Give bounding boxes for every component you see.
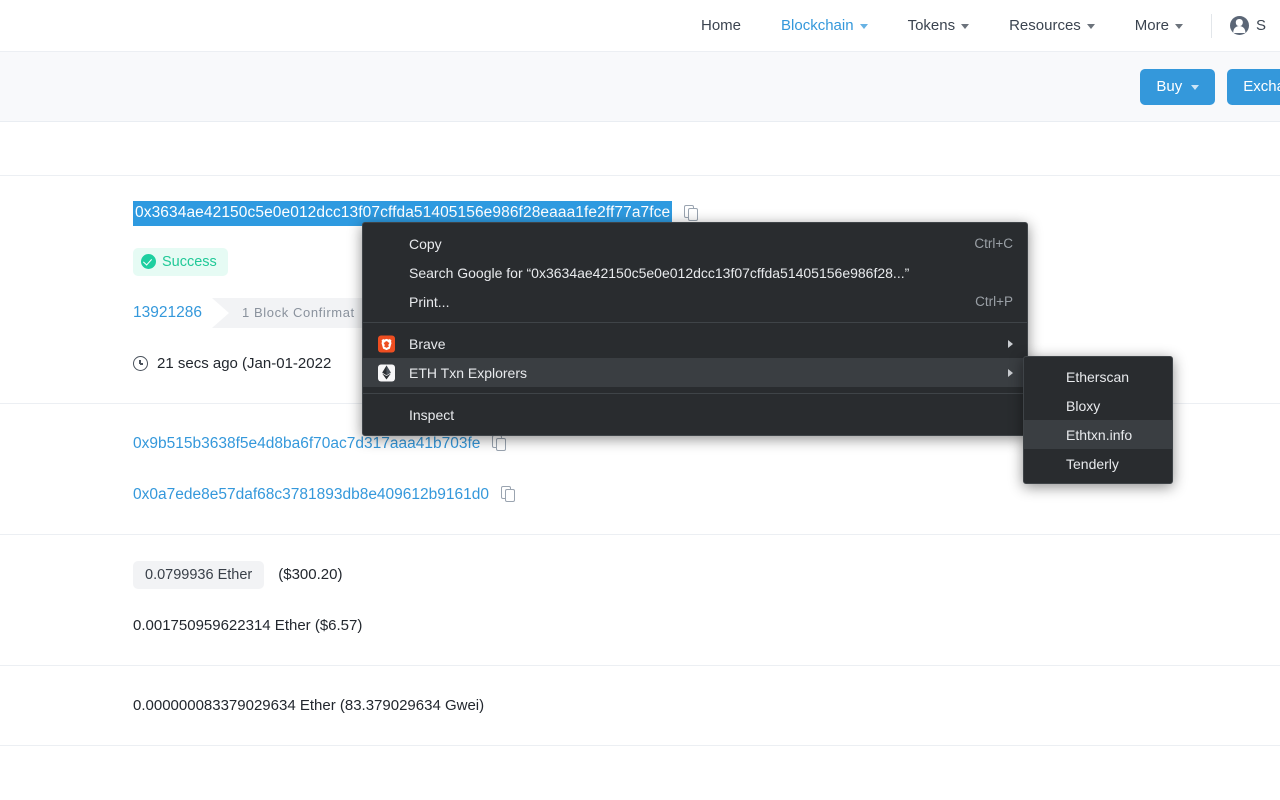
context-menu-item-inspect[interactable]: Inspect <box>363 400 1027 429</box>
context-menu-item-shortcut: Ctrl+C <box>974 236 1013 251</box>
block-confirmations-chip: 1 Block Confirmat <box>212 298 369 328</box>
user-circle-icon <box>1230 16 1249 35</box>
submenu-item-label: Tenderly <box>1066 456 1119 472</box>
exchange-button-label: Exchange <box>1243 78 1280 95</box>
check-circle-icon <box>141 254 156 269</box>
row-value-and-fee: 0.0799936 Ether ($300.20) 0.001750959622… <box>0 535 1280 666</box>
copy-icon[interactable] <box>684 205 699 222</box>
chevron-down-icon <box>1175 24 1183 29</box>
timestamp-text: 21 secs ago (Jan-01-2022 <box>157 355 331 372</box>
context-menu-item-label: Search Google for “0x3634ae42150c5e0e012… <box>409 265 1013 281</box>
chevron-down-icon <box>860 24 868 29</box>
buy-button[interactable]: Buy <box>1140 69 1215 105</box>
value-usd: ($300.20) <box>278 566 342 583</box>
row-gas-price: 0.000000083379029634 Ether (83.379029634… <box>0 666 1280 746</box>
buy-button-label: Buy <box>1156 78 1182 95</box>
submenu-item-label: Etherscan <box>1066 369 1129 385</box>
block-number-link[interactable]: 13921286 <box>133 304 202 322</box>
chevron-down-icon <box>961 24 969 29</box>
nav-item-blockchain[interactable]: Blockchain <box>761 0 888 52</box>
eth-txn-explorers-submenu: Etherscan Bloxy Ethtxn.info Tenderly <box>1023 356 1173 484</box>
status-badge: Success <box>133 248 228 276</box>
context-menu-item-print[interactable]: Print... Ctrl+P <box>363 287 1027 316</box>
context-menu-item-label: Copy <box>409 236 954 252</box>
nav-item-home[interactable]: Home <box>681 0 761 52</box>
value-ether: 0.0799936 Ether <box>133 561 264 589</box>
nav-item-label: More <box>1135 17 1169 34</box>
chevron-down-icon <box>1087 24 1095 29</box>
subheader-bar: Buy Exchange <box>0 52 1280 122</box>
submenu-item-ethtxn-info[interactable]: Ethtxn.info <box>1024 420 1172 449</box>
context-menu-item-label: Brave <box>409 336 994 352</box>
clock-icon <box>133 356 148 371</box>
context-menu-item-copy[interactable]: Copy Ctrl+C <box>363 229 1027 258</box>
nav-item-label: Home <box>701 17 741 34</box>
account-label: S <box>1256 17 1266 34</box>
context-menu-item-label: Print... <box>409 294 955 310</box>
nav-item-more[interactable]: More <box>1115 0 1203 52</box>
page-root: Home Blockchain Tokens Resources More <box>0 0 1280 800</box>
value-line: 0.0799936 Ether ($300.20) <box>133 549 1280 600</box>
nav-item-tokens[interactable]: Tokens <box>888 0 990 52</box>
card-header <box>0 122 1280 176</box>
context-menu-divider <box>363 322 1027 323</box>
submenu-item-label: Ethtxn.info <box>1066 427 1132 443</box>
gas-price-line: 0.000000083379029634 Ether (83.379029634… <box>133 680 1280 731</box>
chevron-down-icon <box>1191 85 1199 90</box>
gas-price-value: 0.000000083379029634 Ether (83.379029634… <box>133 697 484 714</box>
nav-item-label: Blockchain <box>781 17 854 34</box>
txn-fee-line: 0.001750959622314 Ether ($6.57) <box>133 600 1280 651</box>
txn-fee-value: 0.001750959622314 Ether ($6.57) <box>133 617 362 634</box>
ethereum-icon <box>378 364 395 381</box>
top-navigation-bar: Home Blockchain Tokens Resources More <box>0 0 1280 52</box>
nav-links: Home Blockchain Tokens Resources More <box>681 0 1280 52</box>
context-menu-item-label: ETH Txn Explorers <box>409 365 994 381</box>
copy-icon[interactable] <box>492 435 507 452</box>
nav-item-label: Tokens <box>908 17 956 34</box>
brave-lion-icon <box>378 335 395 352</box>
to-address-link[interactable]: 0x0a7ede8e57daf68c3781893db8e409612b9161… <box>133 486 489 504</box>
context-menu-item-eth-txn-explorers[interactable]: ETH Txn Explorers <box>363 358 1027 387</box>
nav-divider <box>1211 14 1212 38</box>
submenu-item-tenderly[interactable]: Tenderly <box>1024 449 1172 478</box>
exchange-button[interactable]: Exchange <box>1227 69 1280 105</box>
chevron-right-icon <box>1008 369 1013 377</box>
context-menu-item-search-google[interactable]: Search Google for “0x3634ae42150c5e0e012… <box>363 258 1027 287</box>
context-menu-item-shortcut: Ctrl+P <box>975 294 1013 309</box>
context-menu-item-brave[interactable]: Brave <box>363 329 1027 358</box>
submenu-item-etherscan[interactable]: Etherscan <box>1024 362 1172 391</box>
submenu-item-bloxy[interactable]: Bloxy <box>1024 391 1172 420</box>
from-address-link[interactable]: 0x9b515b3638f5e4d8ba6f70ac7d317aaa41b703… <box>133 435 480 453</box>
account-menu[interactable]: S <box>1216 0 1280 52</box>
context-menu-divider <box>363 393 1027 394</box>
submenu-item-label: Bloxy <box>1066 398 1100 414</box>
status-badge-label: Success <box>162 254 217 270</box>
context-menu-item-label: Inspect <box>409 407 1013 423</box>
copy-icon[interactable] <box>501 486 516 503</box>
nav-item-label: Resources <box>1009 17 1081 34</box>
chevron-right-icon <box>1008 340 1013 348</box>
browser-context-menu: Copy Ctrl+C Search Google for “0x3634ae4… <box>362 222 1028 436</box>
nav-item-resources[interactable]: Resources <box>989 0 1115 52</box>
